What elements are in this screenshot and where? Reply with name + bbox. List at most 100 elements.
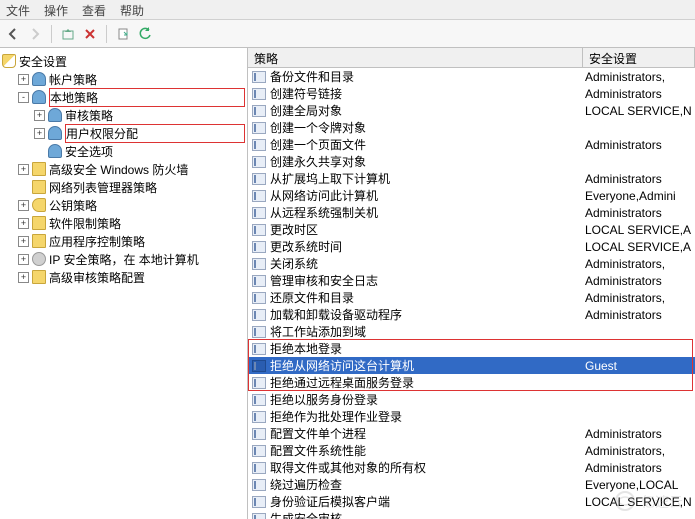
list-row[interactable]: 从网络访问此计算机Everyone,Admini (248, 187, 695, 204)
expand-icon[interactable]: + (18, 200, 29, 211)
toolbar-separator (51, 25, 52, 43)
expand-icon[interactable]: + (18, 218, 29, 229)
list-pane: 策略 安全设置 备份文件和目录Administrators,创建符号链接Admi… (248, 48, 695, 519)
shield-icon (2, 54, 16, 68)
list-row[interactable]: 将工作站添加到域 (248, 323, 695, 340)
menubar: 文件 操作 查看 帮助 (0, 0, 695, 20)
cell-security: Administrators (585, 308, 695, 322)
svg-text:亿速云: 亿速云 (641, 494, 683, 510)
list-row[interactable]: 配置文件系统性能Administrators, (248, 442, 695, 459)
policy-icon (252, 173, 266, 185)
list-row[interactable]: 关闭系统Administrators, (248, 255, 695, 272)
cell-security: Administrators, (585, 291, 695, 305)
tree-node[interactable]: - 本地策略 (2, 88, 245, 106)
tree-node[interactable]: +公钥策略 (2, 196, 245, 214)
cell-policy: 关闭系统 (270, 255, 585, 272)
refresh-icon[interactable] (136, 25, 154, 43)
cell-security: Guest (585, 359, 695, 373)
list-row[interactable]: 更改系统时间LOCAL SERVICE,A (248, 238, 695, 255)
tree-node-label: 本地策略 (49, 88, 245, 107)
list-row[interactable]: 创建全局对象LOCAL SERVICE,N (248, 102, 695, 119)
tree-node[interactable]: +用户权限分配 (2, 124, 245, 142)
toolbar-separator (106, 25, 107, 43)
list-row[interactable]: 管理审核和安全日志Administrators (248, 272, 695, 289)
tree-node[interactable]: 网络列表管理器策略 (2, 178, 245, 196)
list-row[interactable]: 从远程系统强制关机Administrators (248, 204, 695, 221)
list-row[interactable]: 创建一个页面文件Administrators (248, 136, 695, 153)
list-row[interactable]: 取得文件或其他对象的所有权Administrators (248, 459, 695, 476)
column-header-policy[interactable]: 策略 (248, 48, 583, 67)
cell-policy: 加载和卸载设备驱动程序 (270, 306, 585, 323)
tree-root[interactable]: 安全设置 (2, 52, 245, 70)
menu-help[interactable]: 帮助 (120, 2, 144, 17)
delete-icon[interactable] (81, 25, 99, 43)
expand-icon[interactable]: + (18, 164, 29, 175)
users-icon (48, 108, 62, 122)
watermark: 亿速云 (611, 487, 689, 515)
list-row[interactable]: 备份文件和目录Administrators, (248, 68, 695, 85)
list-row[interactable]: 创建符号链接Administrators (248, 85, 695, 102)
nav-forward-icon[interactable] (26, 25, 44, 43)
export-icon[interactable] (114, 25, 132, 43)
expand-icon[interactable]: + (18, 272, 29, 283)
cell-policy: 创建一个令牌对象 (270, 119, 585, 136)
policy-icon (252, 275, 266, 287)
list-row[interactable]: 从扩展坞上取下计算机Administrators (248, 170, 695, 187)
tree-node[interactable]: +软件限制策略 (2, 214, 245, 232)
list-row[interactable]: 拒绝作为批处理作业登录 (248, 408, 695, 425)
users-icon (32, 90, 46, 104)
column-header-security[interactable]: 安全设置 (583, 48, 695, 67)
cell-security: Administrators (585, 172, 695, 186)
cell-security: Administrators (585, 206, 695, 220)
tree-node[interactable]: +高级审核策略配置 (2, 268, 245, 286)
tree-node[interactable]: 安全选项 (2, 142, 245, 160)
list-row[interactable]: 拒绝从网络访问这台计算机Guest (248, 357, 695, 374)
list-row[interactable]: 拒绝本地登录 (248, 340, 695, 357)
tree-node-label: 审核策略 (65, 107, 245, 124)
up-icon[interactable] (59, 25, 77, 43)
policy-icon (252, 326, 266, 338)
list-row[interactable]: 创建永久共享对象 (248, 153, 695, 170)
list-row[interactable]: 配置文件单个进程Administrators (248, 425, 695, 442)
tree-node[interactable]: +应用程序控制策略 (2, 232, 245, 250)
list-row[interactable]: 加载和卸载设备驱动程序Administrators (248, 306, 695, 323)
tree-node[interactable]: + 审核策略 (2, 106, 245, 124)
tree-pane: 安全设置 +帐户策略 - 本地策略 + 审核策略+用户权限分配安全选项+高级安全 Win… (0, 48, 248, 519)
list-body[interactable]: 备份文件和目录Administrators,创建符号链接Administrato… (248, 68, 695, 519)
list-row[interactable]: 创建一个令牌对象 (248, 119, 695, 136)
list-row[interactable]: 更改时区LOCAL SERVICE,A (248, 221, 695, 238)
tree-node[interactable]: +高级安全 Windows 防火墙 (2, 160, 245, 178)
tree-node[interactable]: +IP 安全策略，在 本地计算机 (2, 250, 245, 268)
cell-policy: 绕过遍历检查 (270, 476, 585, 493)
cell-policy: 备份文件和目录 (270, 68, 585, 85)
policy-icon (252, 105, 266, 117)
list-row[interactable]: 拒绝以服务身份登录 (248, 391, 695, 408)
expand-icon[interactable]: + (18, 74, 29, 85)
cell-security: Administrators (585, 274, 695, 288)
list-row[interactable]: 拒绝通过远程桌面服务登录 (248, 374, 695, 391)
cell-security: LOCAL SERVICE,A (585, 223, 695, 237)
policy-icon (252, 292, 266, 304)
expand-icon[interactable]: + (18, 254, 29, 265)
users-icon (48, 144, 62, 158)
cell-policy: 拒绝本地登录 (270, 340, 585, 357)
users-icon (48, 126, 62, 140)
users-icon (32, 72, 46, 86)
expand-icon[interactable]: + (18, 236, 29, 247)
menu-ops[interactable]: 操作 (44, 2, 68, 17)
expand-icon[interactable]: + (34, 128, 45, 139)
menu-file[interactable]: 文件 (6, 2, 30, 17)
menu-view[interactable]: 查看 (82, 2, 106, 17)
nav-back-icon[interactable] (4, 25, 22, 43)
policy-icon (252, 122, 266, 134)
tree-node[interactable]: +帐户策略 (2, 70, 245, 88)
expand-icon[interactable]: + (34, 110, 45, 121)
cell-policy: 拒绝从网络访问这台计算机 (270, 357, 585, 374)
cell-policy: 生成安全审核 (270, 510, 585, 519)
list-row[interactable]: 还原文件和目录Administrators, (248, 289, 695, 306)
cell-security: Administrators (585, 138, 695, 152)
policy-icon (252, 224, 266, 236)
policy-icon (252, 496, 266, 508)
collapse-icon[interactable]: - (18, 92, 29, 103)
cell-policy: 从远程系统强制关机 (270, 204, 585, 221)
